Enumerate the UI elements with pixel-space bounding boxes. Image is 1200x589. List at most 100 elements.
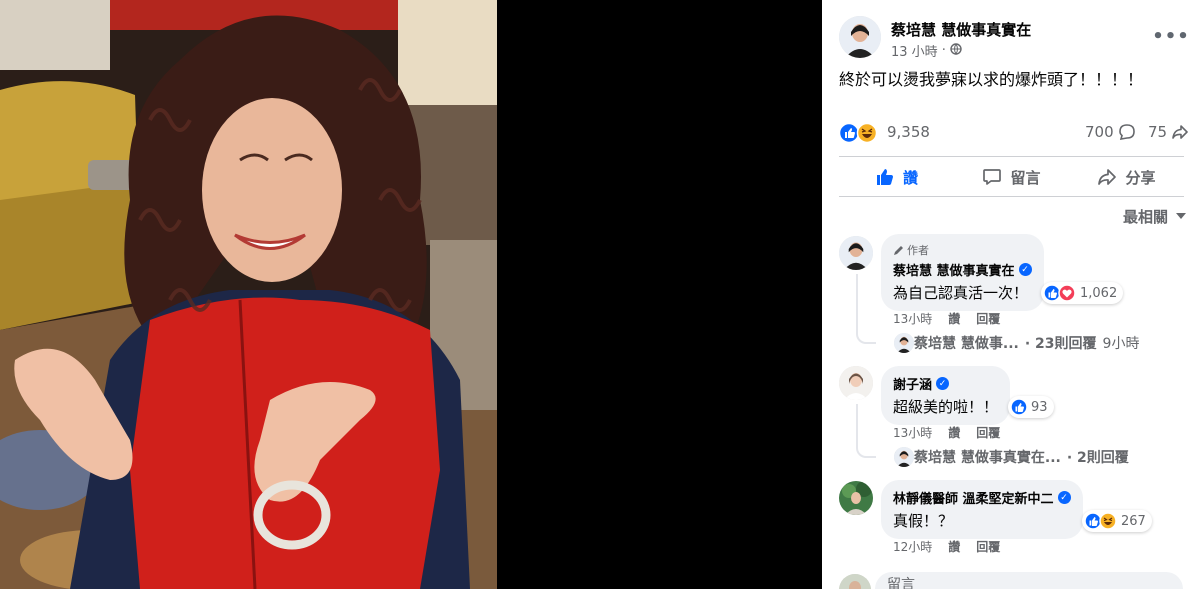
- love-reaction-icon: [1058, 284, 1076, 302]
- like-reaction-icon: [1010, 398, 1028, 416]
- reaction-count[interactable]: 9,358: [887, 123, 930, 141]
- post-text: 終於可以燙我夢寐以求的爆炸頭了！！！！: [839, 70, 1144, 89]
- share-count[interactable]: 75: [1148, 123, 1189, 141]
- like-button[interactable]: 讚: [839, 158, 954, 196]
- post-header: 蔡培慧 慧做事真實在 13 小時 · •••: [839, 16, 1189, 62]
- thumbs-up-icon: [876, 169, 893, 185]
- commenter-name[interactable]: 蔡培慧 慧做事真實在 ✓: [893, 260, 1032, 279]
- comment-reactions[interactable]: 93: [1008, 396, 1054, 418]
- verified-badge-icon: ✓: [1018, 263, 1032, 276]
- thread-curve: [856, 330, 876, 344]
- thread-curve: [856, 444, 876, 458]
- commenter-name-text: 謝子涵: [893, 378, 933, 393]
- post-reactions-row: 9,358 700 75: [838, 120, 1189, 146]
- view-replies-row[interactable]: 蔡培慧 慧做事... · 23則回覆 9小時: [894, 333, 1139, 353]
- reply-count: · 2則回覆: [1066, 450, 1129, 466]
- comment-time[interactable]: 12小時: [893, 538, 932, 555]
- comment-actions: 13小時 讚 回覆: [893, 424, 1000, 441]
- reaction-icons[interactable]: [838, 122, 883, 144]
- comment-label: 留言: [1010, 168, 1041, 187]
- author-name[interactable]: 蔡培慧 慧做事真實在: [891, 19, 1031, 40]
- comment-reply-button[interactable]: 回覆: [976, 310, 1000, 327]
- comment-reaction-count: 93: [1031, 399, 1048, 415]
- pencil-icon: [894, 245, 903, 255]
- post-meta: 13 小時 ·: [891, 41, 962, 60]
- share-button[interactable]: 分享: [1069, 158, 1184, 196]
- comment-like-button[interactable]: 讚: [948, 424, 960, 441]
- comment-icon: [1118, 124, 1135, 140]
- comment-bubble: 謝子涵 ✓ 超級美的啦！！: [881, 366, 1011, 425]
- divider-bottom: [839, 196, 1184, 197]
- photo-illustration: [0, 0, 497, 589]
- post-time[interactable]: 13 小時: [891, 41, 938, 60]
- share-count-value: 75: [1148, 123, 1168, 141]
- dot-separator: ·: [941, 43, 946, 58]
- comment-bubble: 林靜儀醫師 溫柔堅定新中二 ✓ 真假！？: [881, 480, 1083, 539]
- author-avatar[interactable]: [839, 16, 881, 58]
- haha-reaction-icon: [856, 122, 878, 144]
- comment-avatar[interactable]: [839, 481, 873, 515]
- comment-input[interactable]: 留言: [875, 572, 1183, 589]
- comment-actions: 12小時 讚 回覆: [893, 538, 1000, 555]
- view-replies-row[interactable]: 蔡培慧 慧做事真實在... · 2則回覆: [894, 447, 1129, 467]
- reply-preview-name: 蔡培慧 慧做事真實在...: [914, 450, 1061, 466]
- commenter-name-text: 蔡培慧 慧做事真實在: [893, 264, 1015, 279]
- thread-line: [856, 404, 858, 448]
- comment-time[interactable]: 13小時: [893, 424, 932, 441]
- reply-count: · 23則回覆: [1024, 336, 1097, 352]
- haha-reaction-icon: [1099, 512, 1117, 530]
- commenter-name-text: 林靜儀醫師 溫柔堅定新中二: [893, 492, 1054, 507]
- more-icon: •••: [1152, 25, 1190, 47]
- comment-like-button[interactable]: 讚: [948, 538, 960, 555]
- comment-avatar[interactable]: [839, 236, 873, 270]
- sort-label: 最相關: [1122, 208, 1168, 226]
- comment-actions: 13小時 讚 回覆: [893, 310, 1000, 327]
- author-badge: 作者: [893, 242, 1032, 258]
- verified-badge-icon: ✓: [936, 377, 950, 390]
- reply-avatar: [894, 333, 914, 353]
- comment-like-button[interactable]: 讚: [948, 310, 960, 327]
- like-reaction-icon: [838, 122, 860, 144]
- post-photo[interactable]: [0, 0, 497, 589]
- author-tag-label: 作者: [907, 244, 929, 257]
- like-reaction-icon: [1084, 512, 1102, 530]
- commenter-name[interactable]: 謝子涵 ✓: [893, 374, 998, 393]
- reply-time: 9小時: [1102, 336, 1140, 352]
- thread-line: [856, 274, 858, 334]
- divider-top: [839, 156, 1184, 157]
- comment-count-value: 700: [1085, 123, 1114, 141]
- share-icon: [1172, 125, 1188, 139]
- reply-avatar: [894, 447, 914, 467]
- globe-icon: [950, 42, 962, 59]
- comment-text: 超級美的啦！！: [893, 398, 999, 416]
- comment-bubble: 作者 蔡培慧 慧做事真實在 ✓ 為自己認真活一次！: [881, 234, 1044, 311]
- comment-time[interactable]: 13小時: [893, 310, 932, 327]
- composer-avatar: [839, 574, 871, 589]
- commenter-name[interactable]: 林靜儀醫師 溫柔堅定新中二 ✓: [893, 488, 1071, 507]
- like-label: 讚: [902, 168, 918, 187]
- comment-text: 為自己認真活一次！: [893, 284, 1029, 302]
- share-label: 分享: [1125, 168, 1156, 187]
- like-reaction-icon: [1043, 284, 1061, 302]
- share-icon: [1098, 169, 1117, 185]
- comment-input-placeholder: 留言: [887, 577, 915, 589]
- comment-text: 真假！？: [893, 512, 954, 530]
- comment-reactions[interactable]: 1,062: [1041, 282, 1124, 304]
- comment-reactions[interactable]: 267: [1082, 510, 1152, 532]
- comment-count[interactable]: 700: [1085, 123, 1136, 141]
- comment-sort-dropdown[interactable]: 最相關: [1123, 206, 1186, 227]
- comment-button[interactable]: 留言: [954, 158, 1069, 196]
- comment-reaction-count: 267: [1121, 513, 1146, 529]
- photo-viewer: [0, 0, 822, 589]
- post-panel: 蔡培慧 慧做事真實在 13 小時 · ••• 終於可以燙我夢寐以求的爆炸頭了！！…: [822, 0, 1200, 589]
- comment-avatar[interactable]: [839, 366, 873, 400]
- comment-icon: [983, 169, 1002, 185]
- reply-preview-name: 蔡培慧 慧做事...: [914, 336, 1019, 352]
- post-action-bar: 讚 留言 分享: [839, 158, 1184, 196]
- comment-reply-button[interactable]: 回覆: [976, 538, 1000, 555]
- more-options-button[interactable]: •••: [1152, 24, 1189, 48]
- comment-reply-button[interactable]: 回覆: [976, 424, 1000, 441]
- verified-badge-icon: ✓: [1057, 491, 1071, 504]
- caret-down-icon: [1176, 213, 1186, 219]
- comment-reaction-count: 1,062: [1080, 285, 1118, 301]
